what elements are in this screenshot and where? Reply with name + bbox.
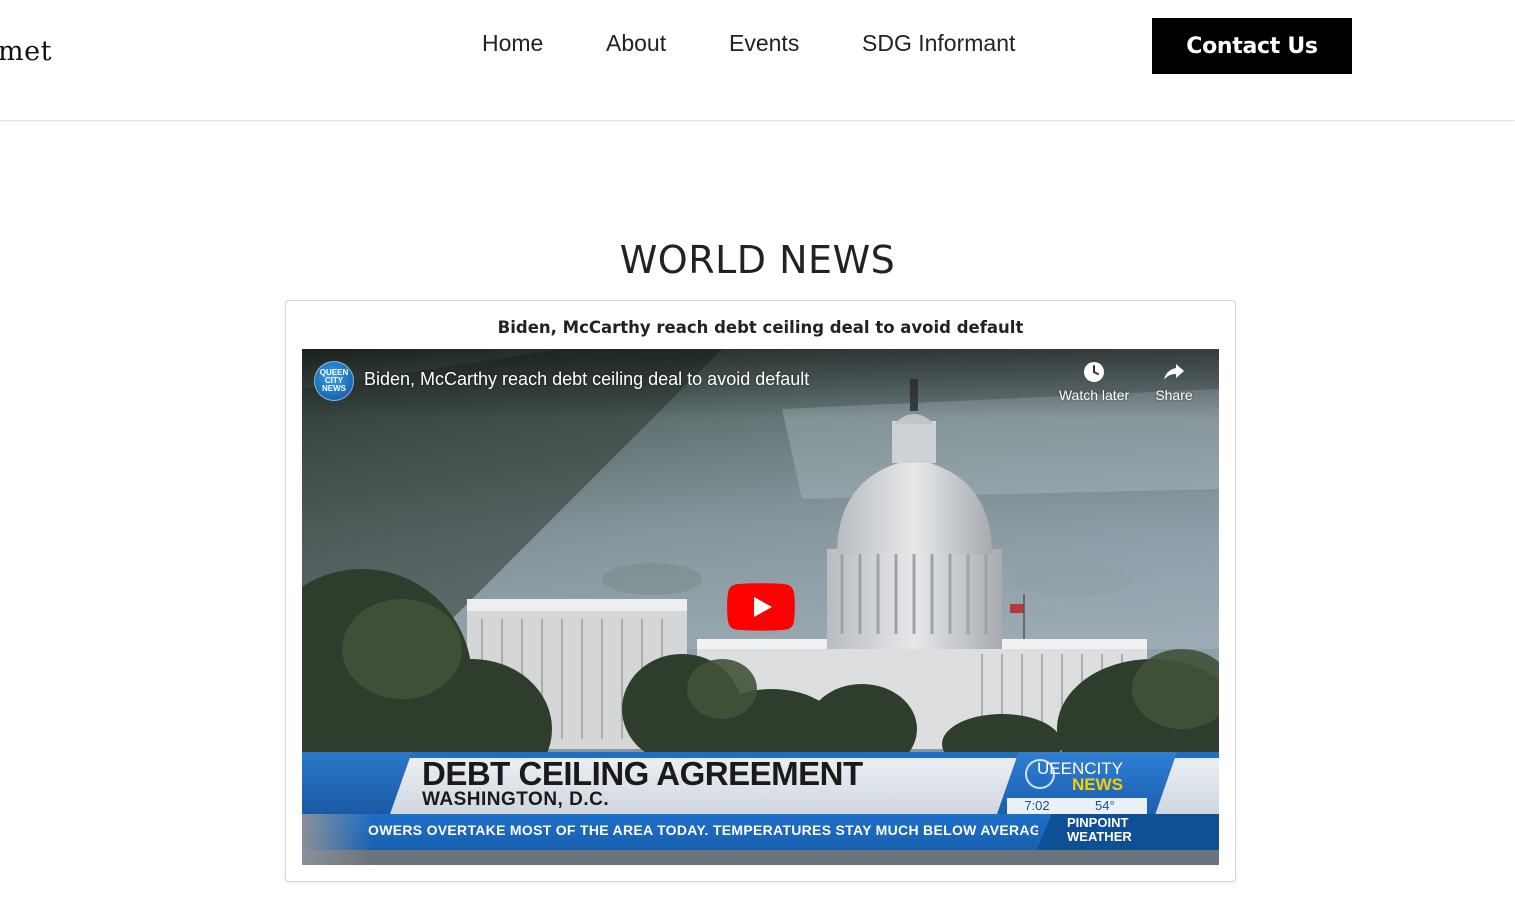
ticker-tag-line2: WEATHER xyxy=(1067,829,1132,844)
nav-about[interactable]: About xyxy=(606,30,666,57)
broadcast-time: 7:02 xyxy=(1007,798,1067,814)
contact-us-button[interactable]: Contact Us xyxy=(1152,18,1352,74)
video-embed[interactable]: QUEEN CITY NEWS Biden, McCarthy reach de… xyxy=(302,349,1219,865)
site-header: met Home About Events SDG Informant Cont… xyxy=(0,0,1515,121)
play-icon[interactable] xyxy=(727,583,795,631)
watch-later-label: Watch later xyxy=(1058,387,1130,403)
video-title[interactable]: Biden, McCarthy reach debt ceiling deal … xyxy=(364,369,809,390)
share-button[interactable]: Share xyxy=(1134,361,1214,403)
ticker-tag-line1: PINPOINT xyxy=(1067,815,1129,830)
share-label: Share xyxy=(1155,387,1193,403)
section-title: WORLD NEWS xyxy=(619,238,896,282)
ticker-text: OWERS OVERTAKE MOST OF THE AREA TODAY. T… xyxy=(368,822,1038,838)
ticker-tag: PINPOINT WEATHER xyxy=(1067,816,1132,844)
nav-events[interactable]: Events xyxy=(729,30,799,57)
article-title: Biden, McCarthy reach debt ceiling deal … xyxy=(497,318,1024,337)
ticker-fade xyxy=(302,814,372,865)
news-brand-bottom: NEWS xyxy=(1071,775,1123,794)
watch-later-button[interactable]: Watch later xyxy=(1054,361,1134,403)
news-brand: UEENCITY NEWS xyxy=(1037,760,1123,794)
news-card: Biden, McCarthy reach debt ceiling deal … xyxy=(285,300,1236,882)
site-logo[interactable]: met xyxy=(0,36,52,67)
ticker-bottom-band xyxy=(302,850,1219,865)
channel-avatar[interactable]: QUEEN CITY NEWS xyxy=(314,361,354,401)
nav-sdg-informant[interactable]: SDG Informant xyxy=(862,30,1015,57)
clock-icon xyxy=(1084,362,1104,382)
lower-third-headline: DEBT CEILING AGREEMENT xyxy=(422,755,863,792)
share-icon xyxy=(1164,364,1184,380)
lower-third-location: WASHINGTON, D.C. xyxy=(422,789,610,810)
broadcast-temperature: 54° xyxy=(1067,798,1147,814)
nav-home[interactable]: Home xyxy=(482,30,543,57)
